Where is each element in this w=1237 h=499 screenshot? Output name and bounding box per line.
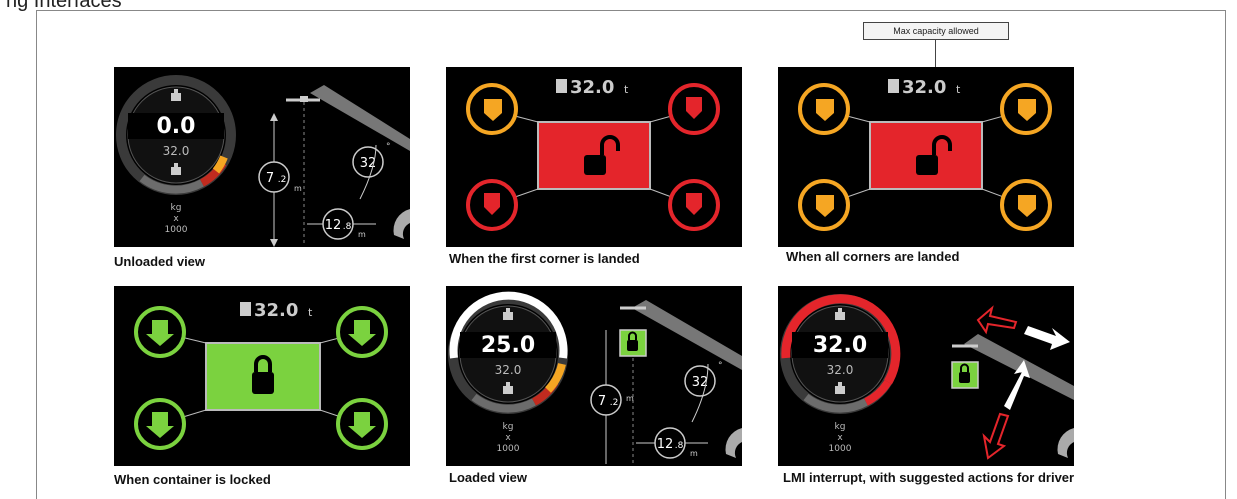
height-unit: m bbox=[294, 184, 302, 193]
weight-indicator: 32.0 t bbox=[240, 300, 313, 321]
arrow-boom-retract-red bbox=[976, 305, 1018, 335]
weight-indicator: 32.0 t bbox=[556, 77, 629, 98]
panel-container-locked: 32.0 t bbox=[114, 286, 410, 466]
unit-x: x bbox=[837, 433, 843, 443]
load-value: 0.0 bbox=[157, 114, 196, 139]
weight-unit: t bbox=[308, 306, 313, 319]
load-gauge-overload: 32.0 32.0 bbox=[780, 294, 901, 414]
reach-decimal: .8 bbox=[675, 441, 684, 451]
load-gauge: 25.0 32.0 bbox=[448, 291, 568, 414]
corner-top-left-green bbox=[134, 306, 186, 358]
corner-bottom-right-red bbox=[668, 179, 720, 231]
height-unit: m bbox=[626, 394, 634, 403]
arrow-boom-lower-red bbox=[982, 412, 1010, 460]
max-capacity-callout: Max capacity allowed bbox=[863, 22, 1009, 40]
corner-top-left-orange bbox=[798, 83, 850, 135]
reach-value: 12 bbox=[657, 437, 674, 452]
panel-loaded-view: 25.0 32.0 kg x 1000 7 .2 m 32 ° 12 .8 m bbox=[446, 286, 742, 466]
caption-all-corners-landed: When all corners are landed bbox=[786, 249, 960, 264]
unit-1000: 1000 bbox=[829, 444, 852, 454]
panel-lmi-interrupt: 32.0 32.0 kg x 1000 bbox=[778, 286, 1074, 466]
panel-all-corners-landed: 32.0 t bbox=[778, 67, 1074, 247]
unit-kg: kg bbox=[835, 422, 846, 432]
load-value: 32.0 bbox=[813, 333, 867, 358]
height-decimal: .2 bbox=[278, 175, 287, 185]
height-decimal: .2 bbox=[610, 398, 619, 408]
crane-diagram: 7 .2 m 32 ° 12 .8 m bbox=[590, 300, 742, 464]
corner-bottom-right-orange bbox=[1000, 179, 1052, 231]
caption-first-corner-landed: When the first corner is landed bbox=[449, 251, 640, 266]
weight-value: 32.0 bbox=[570, 77, 614, 98]
crane-diagram: 7 .2 m 32 ° 12 .8 m bbox=[258, 85, 410, 247]
angle-unit: ° bbox=[718, 361, 723, 371]
unit-x: x bbox=[173, 214, 179, 224]
weight-value: 32.0 bbox=[254, 300, 298, 321]
caption-unloaded-view: Unloaded view bbox=[114, 254, 206, 269]
weight-unit: t bbox=[956, 83, 961, 96]
capacity-value: 32.0 bbox=[827, 363, 854, 377]
unit-kg: kg bbox=[171, 203, 182, 213]
weight-indicator: 32.0 t bbox=[888, 77, 961, 98]
angle-unit: ° bbox=[386, 142, 391, 152]
load-gauge: 0.0 32.0 bbox=[116, 75, 236, 195]
height-value: 7 bbox=[598, 394, 606, 409]
corner-top-right-green bbox=[336, 306, 388, 358]
unit-kg: kg bbox=[503, 422, 514, 432]
capacity-value: 32.0 bbox=[163, 144, 190, 158]
corner-top-right-red bbox=[668, 83, 720, 135]
unit-1000: 1000 bbox=[165, 225, 188, 235]
reach-value: 12 bbox=[325, 218, 342, 233]
panel-unloaded-view: 0.0 32.0 kg x 1000 7 .2 m 32 ° 12 .8 m bbox=[114, 67, 410, 247]
reach-unit: m bbox=[358, 230, 366, 239]
weight-unit: t bbox=[624, 83, 629, 96]
corner-top-left-orange bbox=[466, 83, 518, 135]
unit-x: x bbox=[505, 433, 511, 443]
arrow-boom-extend-white bbox=[1024, 326, 1070, 350]
load-value: 25.0 bbox=[481, 333, 535, 358]
corner-bottom-right-green bbox=[336, 398, 388, 450]
caption-lmi-interrupt: LMI interrupt, with suggested actions fo… bbox=[783, 470, 1075, 485]
reach-unit: m bbox=[690, 449, 698, 458]
caption-loaded-view: Loaded view bbox=[449, 470, 528, 485]
corner-bottom-left-red bbox=[466, 179, 518, 231]
unit-1000: 1000 bbox=[497, 444, 520, 454]
corner-top-right-orange bbox=[1000, 83, 1052, 135]
corner-bottom-left-green bbox=[134, 398, 186, 450]
height-value: 7 bbox=[266, 171, 274, 186]
caption-container-locked: When container is locked bbox=[114, 472, 271, 487]
callout-leader-line bbox=[935, 39, 936, 67]
capacity-value: 32.0 bbox=[495, 363, 522, 377]
panel-first-corner-landed: 32.0 t bbox=[446, 67, 742, 247]
weight-value: 32.0 bbox=[902, 77, 946, 98]
reach-decimal: .8 bbox=[343, 222, 352, 232]
corner-bottom-left-orange bbox=[798, 179, 850, 231]
